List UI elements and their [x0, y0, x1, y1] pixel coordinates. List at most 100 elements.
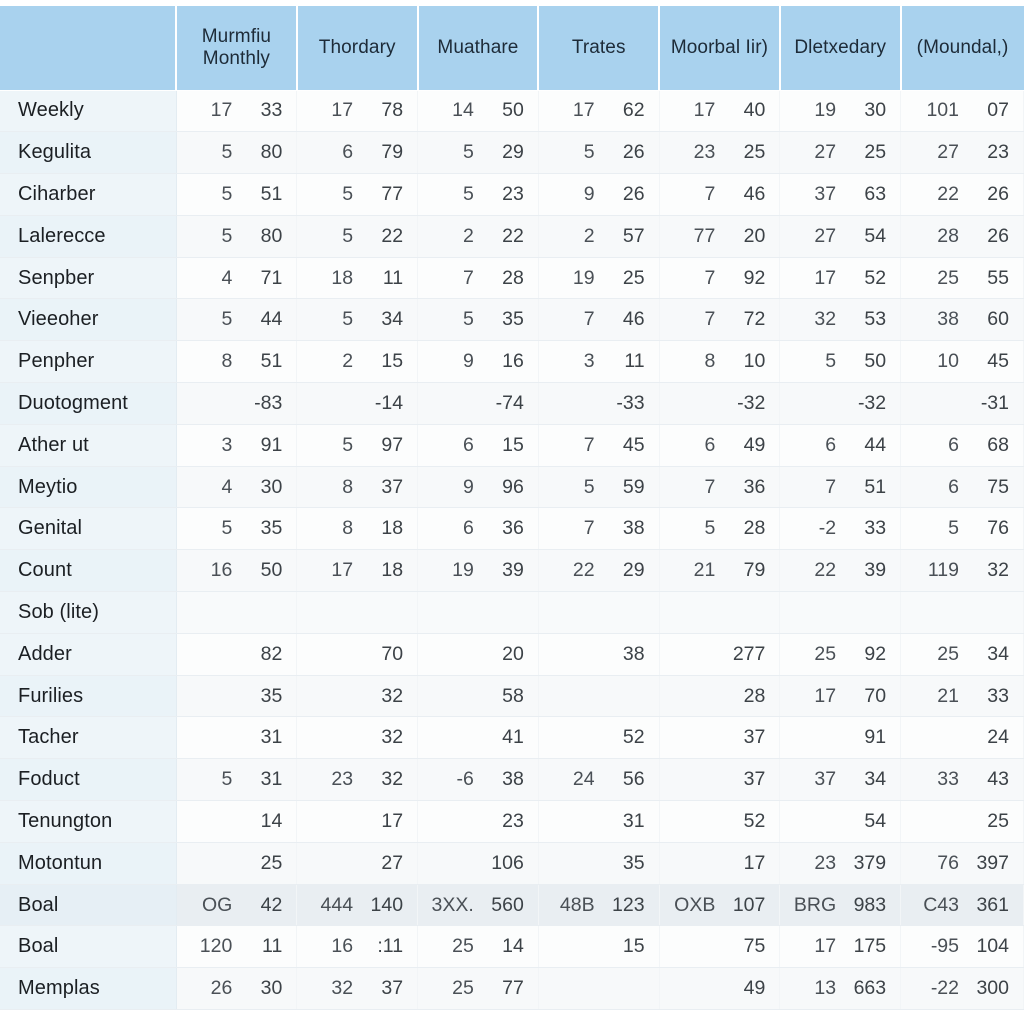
table-cell[interactable]: -74 [417, 382, 539, 425]
table-cell[interactable]: 5 23 [417, 173, 539, 216]
column-header-6[interactable]: Dletxedary [779, 6, 902, 91]
column-header-2[interactable]: Thordary [296, 6, 419, 91]
table-cell[interactable]: 5 35 [176, 507, 298, 551]
table-cell[interactable] [417, 591, 539, 634]
table-cell[interactable]: 7 45 [538, 424, 660, 467]
table-cell[interactable]: 17 18 [296, 549, 419, 593]
table-cell[interactable]: 6 68 [900, 424, 1024, 467]
table-cell[interactable]: 23 32 [296, 758, 419, 802]
table-cell[interactable]: 38 60 [900, 298, 1024, 342]
row-label[interactable]: Ather ut [0, 424, 177, 467]
table-cell[interactable]: -95 104 [900, 925, 1024, 969]
row-label[interactable]: Genital [0, 507, 177, 551]
table-cell[interactable]: 54 [779, 800, 902, 843]
table-cell[interactable]: 21 33 [900, 675, 1024, 718]
table-cell[interactable]: 22 39 [779, 549, 902, 593]
row-label[interactable]: Tacher [0, 716, 177, 760]
table-cell[interactable]: BRG 983 [779, 884, 902, 927]
table-cell[interactable]: 6 49 [659, 424, 781, 467]
table-cell[interactable]: 5 51 [176, 173, 298, 216]
table-cell[interactable]: 9 16 [417, 340, 539, 384]
table-cell[interactable]: 17 [296, 800, 419, 843]
table-cell[interactable]: 26 30 [176, 967, 298, 1011]
table-cell[interactable]: 27 23 [900, 131, 1024, 175]
row-label[interactable]: Furilies [0, 675, 177, 718]
table-cell[interactable]: 19 39 [417, 549, 539, 593]
table-cell[interactable]: 23 379 [779, 842, 902, 885]
table-cell[interactable]: 58 [417, 675, 539, 718]
table-cell[interactable]: 19 30 [779, 90, 902, 133]
table-cell[interactable]: 5 97 [296, 424, 419, 467]
row-label[interactable]: Motontun [0, 842, 177, 885]
table-cell[interactable]: 21 79 [659, 549, 781, 593]
table-cell[interactable]: 6 75 [900, 466, 1024, 509]
row-label[interactable]: Boal [0, 925, 177, 969]
table-cell[interactable]: 6 15 [417, 424, 539, 467]
table-cell[interactable]: 37 34 [779, 758, 902, 802]
table-cell[interactable]: -14 [296, 382, 419, 425]
table-cell[interactable]: 7 46 [538, 298, 660, 342]
row-label[interactable]: Meytio [0, 466, 177, 509]
table-cell[interactable]: 5 29 [417, 131, 539, 175]
table-cell[interactable]: 27 54 [779, 215, 902, 258]
table-cell[interactable]: 6 36 [417, 507, 539, 551]
table-cell[interactable]: 5 59 [538, 466, 660, 509]
table-cell[interactable]: 3 11 [538, 340, 660, 384]
table-cell[interactable]: 33 43 [900, 758, 1024, 802]
table-cell[interactable]: 4 71 [176, 257, 298, 300]
table-cell[interactable]: 8 18 [296, 507, 419, 551]
table-cell[interactable]: 35 [538, 842, 660, 885]
table-cell[interactable]: 22 29 [538, 549, 660, 593]
table-cell[interactable]: 25 77 [417, 967, 539, 1011]
table-cell[interactable]: 16:11 [296, 925, 419, 969]
table-cell[interactable]: 25 [900, 800, 1024, 843]
table-cell[interactable]: 17 62 [538, 90, 660, 133]
table-cell[interactable]: 3 91 [176, 424, 298, 467]
table-cell[interactable] [779, 591, 902, 634]
row-label[interactable]: Memplas [0, 967, 177, 1011]
table-cell[interactable] [296, 591, 419, 634]
table-cell[interactable]: 49 [659, 967, 781, 1011]
table-cell[interactable]: 19 25 [538, 257, 660, 300]
row-label[interactable]: Senpber [0, 257, 177, 300]
table-cell[interactable]: 25 14 [417, 925, 539, 969]
table-cell[interactable]: 5 26 [538, 131, 660, 175]
table-cell[interactable]: 17 33 [176, 90, 298, 133]
table-cell[interactable]: 24 56 [538, 758, 660, 802]
row-label[interactable]: Adder [0, 633, 177, 676]
table-cell[interactable]: 17 52 [779, 257, 902, 300]
table-cell[interactable]: 28 [659, 675, 781, 718]
table-cell[interactable]: 37 [659, 758, 781, 802]
table-cell[interactable]: 4 30 [176, 466, 298, 509]
table-cell[interactable]: 7 38 [538, 507, 660, 551]
table-cell[interactable]: 5 80 [176, 215, 298, 258]
table-cell[interactable]: 5 34 [296, 298, 419, 342]
table-cell[interactable]: 70 [296, 633, 419, 676]
table-cell[interactable]: 277 [659, 633, 781, 676]
table-cell[interactable]: 16 50 [176, 549, 298, 593]
table-cell[interactable]: 14 50 [417, 90, 539, 133]
table-cell[interactable]: 5 44 [176, 298, 298, 342]
table-cell[interactable]: 37 63 [779, 173, 902, 216]
table-cell[interactable] [538, 675, 660, 718]
table-cell[interactable]: 23 25 [659, 131, 781, 175]
table-cell[interactable]: 9 96 [417, 466, 539, 509]
row-label[interactable]: Boal [0, 884, 177, 927]
table-cell[interactable]: 28 26 [900, 215, 1024, 258]
table-cell[interactable]: 41 [417, 716, 539, 760]
table-cell[interactable]: -32 [659, 382, 781, 425]
table-cell[interactable]: 10 45 [900, 340, 1024, 384]
table-cell[interactable]: 13 663 [779, 967, 902, 1011]
table-cell[interactable] [538, 591, 660, 634]
table-cell[interactable]: 52 [659, 800, 781, 843]
row-label[interactable]: Weekly [0, 90, 177, 133]
table-cell[interactable]: 7 36 [659, 466, 781, 509]
table-cell[interactable]: -31 [900, 382, 1024, 425]
table-cell[interactable]: 17 70 [779, 675, 902, 718]
column-header-1[interactable]: Murmfiu Monthly [176, 6, 298, 91]
table-cell[interactable]: -33 [538, 382, 660, 425]
table-cell[interactable]: 17 [659, 842, 781, 885]
table-cell[interactable]: 5 35 [417, 298, 539, 342]
table-cell[interactable] [900, 591, 1024, 634]
row-label[interactable]: Tenungton [0, 800, 177, 843]
